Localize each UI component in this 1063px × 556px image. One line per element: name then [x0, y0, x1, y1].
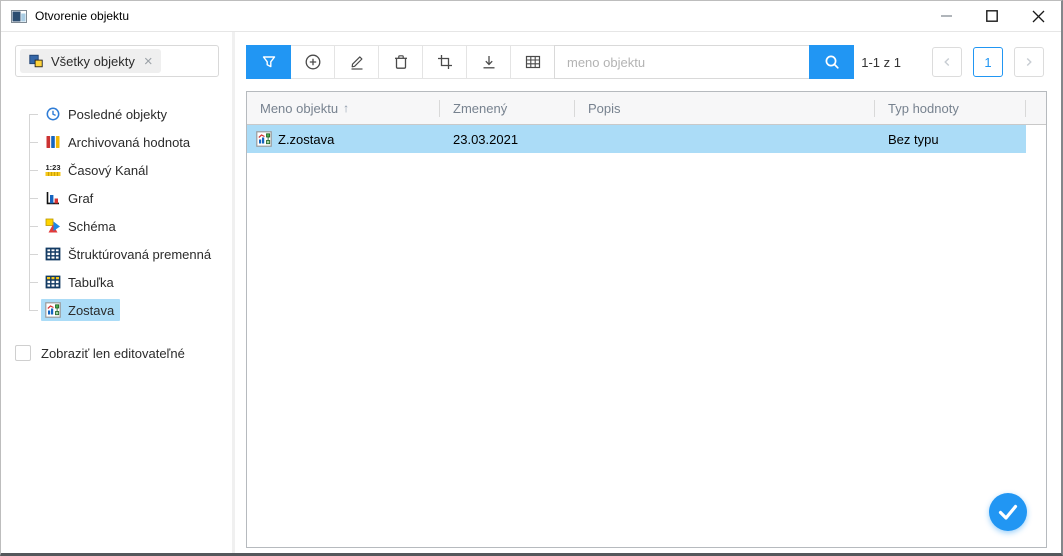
cell-description	[575, 125, 875, 153]
check-icon	[989, 493, 1027, 531]
table-row[interactable]: Z.zostava 23.03.2021 Bez typu	[247, 125, 1026, 153]
tree-item-label: Štruktúrovaná premenná	[68, 247, 211, 262]
tree-item-label: Schéma	[68, 219, 116, 234]
close-button[interactable]	[1015, 1, 1061, 31]
tree-item-schema[interactable]: Schéma	[1, 212, 232, 240]
column-header-type[interactable]: Typ hodnoty	[875, 92, 1026, 124]
maximize-button[interactable]	[969, 1, 1015, 31]
sidebar: Všetky objekty × Posledné objekty Archiv…	[1, 32, 232, 553]
report-icon	[256, 131, 272, 147]
tree-item-label: Tabuľka	[68, 275, 114, 290]
add-button[interactable]	[290, 45, 335, 79]
next-page-button[interactable]	[1014, 47, 1044, 77]
tree-item-label: Časový Kanál	[68, 163, 148, 178]
download-icon	[480, 53, 498, 71]
time-channel-icon: 1:23	[45, 162, 61, 178]
chevron-left-icon	[939, 54, 955, 70]
delete-button[interactable]	[378, 45, 423, 79]
close-icon	[1032, 10, 1045, 23]
filter-icon	[260, 53, 278, 71]
title-bar: Otvorenie objektu	[1, 1, 1061, 32]
tree-item-label: Posledné objekty	[68, 107, 167, 122]
table-icon	[45, 274, 61, 290]
object-type-tree: Posledné objekty Archivovaná hodnota 1:2…	[1, 100, 232, 324]
tree-item-zostava[interactable]: Zostava	[1, 296, 232, 324]
toolbar	[246, 45, 854, 79]
editable-only-checkbox-row: Zobraziť len editovateľné	[15, 345, 185, 361]
page-1-button[interactable]: 1	[973, 47, 1003, 77]
column-header-name[interactable]: Meno objektu ↑	[247, 92, 440, 124]
search-button[interactable]	[809, 45, 854, 79]
tree-item-label: Graf	[68, 191, 93, 206]
minimize-button[interactable]	[923, 1, 969, 31]
add-icon	[304, 53, 322, 71]
confirm-button[interactable]	[989, 493, 1027, 531]
download-button[interactable]	[466, 45, 511, 79]
cell-object-name: Z.zostava	[247, 125, 440, 153]
prev-page-button[interactable]	[932, 47, 962, 77]
chip-remove-icon[interactable]: ×	[144, 54, 153, 69]
editable-only-checkbox[interactable]	[15, 345, 31, 361]
filter-chip[interactable]: Všetky objekty ×	[20, 49, 161, 73]
tree-item-graf[interactable]: Graf	[1, 184, 232, 212]
maximize-icon	[986, 10, 998, 22]
chevron-right-icon	[1021, 54, 1037, 70]
tree-item-casovy-kanal[interactable]: 1:23 Časový Kanál	[1, 156, 232, 184]
tree-item-posledne-objekty[interactable]: Posledné objekty	[1, 100, 232, 128]
svg-text:1:23: 1:23	[46, 163, 61, 172]
window-title: Otvorenie objektu	[35, 9, 129, 23]
report-icon	[45, 302, 61, 318]
filter-button[interactable]	[246, 45, 291, 79]
edit-icon	[348, 53, 366, 71]
crop-icon	[436, 53, 454, 71]
tree-item-label: Zostava	[68, 303, 114, 318]
editable-only-label: Zobraziť len editovateľné	[41, 346, 185, 361]
page-range-label: 1-1 z 1	[861, 55, 901, 70]
app-window-icon	[11, 10, 27, 23]
filter-chip-container: Všetky objekty ×	[15, 45, 219, 77]
graph-icon	[45, 190, 61, 206]
table-view-icon	[524, 53, 542, 71]
column-header-changed[interactable]: Zmenený	[440, 92, 575, 124]
sort-ascending-icon: ↑	[343, 101, 349, 115]
cell-changed-date: 23.03.2021	[440, 125, 575, 153]
filter-chip-label: Všetky objekty	[51, 54, 135, 69]
all-objects-icon	[28, 53, 44, 69]
tree-item-tabulka[interactable]: Tabuľka	[1, 268, 232, 296]
search-input[interactable]	[554, 45, 809, 79]
schema-icon	[45, 218, 61, 234]
table-view-button[interactable]	[510, 45, 555, 79]
tree-item-archivovana-hodnota[interactable]: Archivovaná hodnota	[1, 128, 232, 156]
main-area: 1-1 z 1 1 Meno objektu ↑ Zmenený Popis T…	[235, 32, 1061, 553]
edit-button[interactable]	[334, 45, 379, 79]
crop-button[interactable]	[422, 45, 467, 79]
structured-variable-icon	[45, 246, 61, 262]
pagination: 1-1 z 1 1	[861, 45, 1044, 79]
archived-value-icon	[45, 134, 61, 150]
dialog-window: Otvorenie objektu Všetky objekty ×	[0, 0, 1063, 556]
minimize-icon	[941, 15, 952, 17]
cell-value-type: Bez typu	[875, 125, 1026, 153]
column-header-description[interactable]: Popis	[575, 92, 875, 124]
tree-item-strukturovana-premenna[interactable]: Štruktúrovaná premenná	[1, 240, 232, 268]
delete-icon	[392, 53, 410, 71]
search-icon	[823, 53, 841, 71]
tree-item-label: Archivovaná hodnota	[68, 135, 190, 150]
history-icon	[45, 106, 61, 122]
results-panel: Meno objektu ↑ Zmenený Popis Typ hodnoty…	[246, 91, 1047, 548]
table-header: Meno objektu ↑ Zmenený Popis Typ hodnoty	[247, 92, 1046, 125]
